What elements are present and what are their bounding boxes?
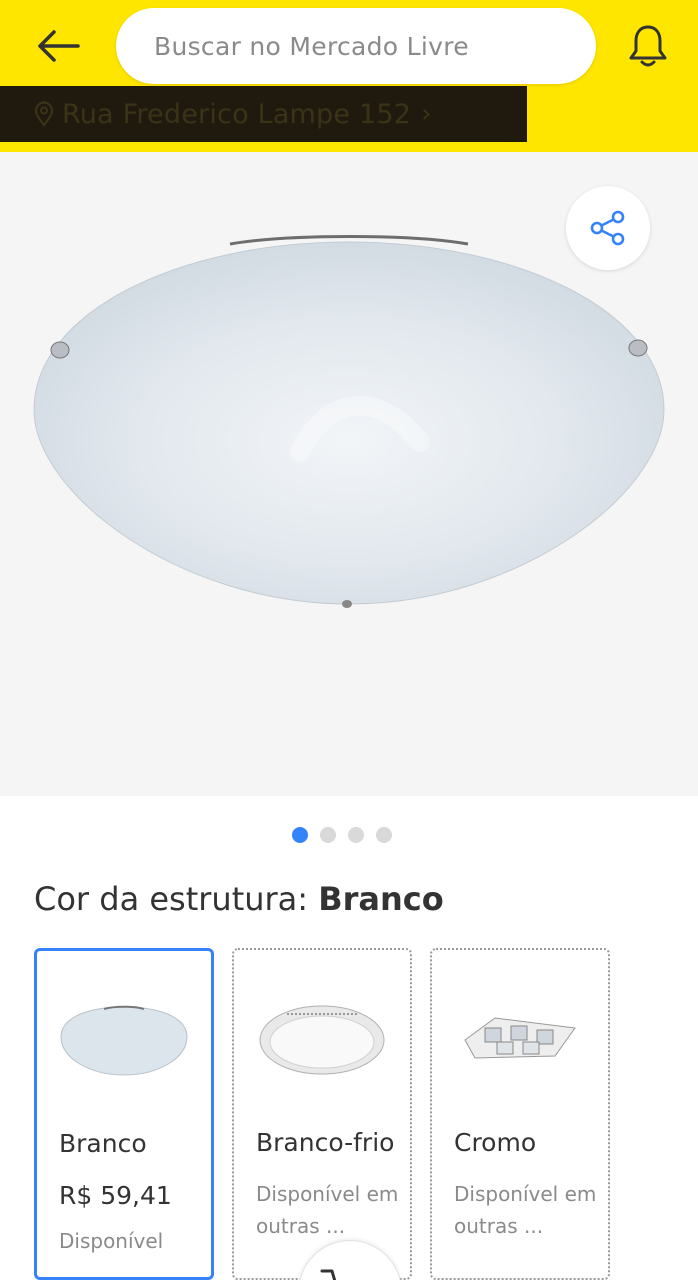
- pagination-dot[interactable]: [376, 827, 392, 843]
- variant-status: Disponível em outras ...: [256, 1182, 399, 1238]
- variant-status: Disponível: [59, 1229, 164, 1253]
- cart-icon: [320, 1269, 337, 1280]
- variant-card-branco[interactable]: Branco R$ 59,41 Disponível: [34, 948, 214, 1280]
- delivery-address-text: Rua Frederico Lampe 152: [62, 98, 412, 130]
- variant-name: Cromo: [454, 1128, 537, 1157]
- gallery-pagination: [292, 827, 392, 843]
- variation-label: Cor da estrutura: Branco: [34, 880, 444, 918]
- variant-name: Branco: [59, 1129, 147, 1158]
- pagination-dot[interactable]: [320, 827, 336, 843]
- share-button[interactable]: [566, 186, 650, 270]
- variation-label-title: Cor da estrutura:: [34, 880, 309, 918]
- chevron-right-icon: ›: [421, 99, 432, 129]
- variant-card-cromo[interactable]: Cromo Disponível em outras ...: [430, 948, 610, 1280]
- variant-thumbnail: [234, 990, 410, 1090]
- search-input[interactable]: Buscar no Mercado Livre: [116, 8, 596, 84]
- top-header: Buscar no Mercado Livre Rua Frederico La…: [0, 0, 698, 152]
- back-button[interactable]: [30, 22, 86, 70]
- variant-card-branco-frio[interactable]: Branco-frio Disponível em outras ...: [232, 948, 412, 1280]
- notifications-button[interactable]: [620, 18, 676, 74]
- variation-selected-value: Branco: [318, 880, 444, 918]
- share-icon: [590, 210, 625, 246]
- delivery-address-bar[interactable]: Rua Frederico Lampe 152 ›: [0, 86, 527, 142]
- variant-name: Branco-frio: [256, 1128, 395, 1157]
- bell-icon: [629, 25, 667, 67]
- location-pin-icon: [34, 101, 54, 127]
- pagination-dot[interactable]: [348, 827, 364, 843]
- variant-thumbnail: [432, 990, 608, 1090]
- variant-status: Disponível em outras ...: [454, 1182, 597, 1238]
- arrow-left-icon: [38, 30, 80, 62]
- variant-thumbnail: [37, 991, 211, 1091]
- search-placeholder: Buscar no Mercado Livre: [154, 31, 469, 61]
- pagination-dot[interactable]: [292, 827, 308, 843]
- variant-price: R$ 59,41: [59, 1181, 172, 1210]
